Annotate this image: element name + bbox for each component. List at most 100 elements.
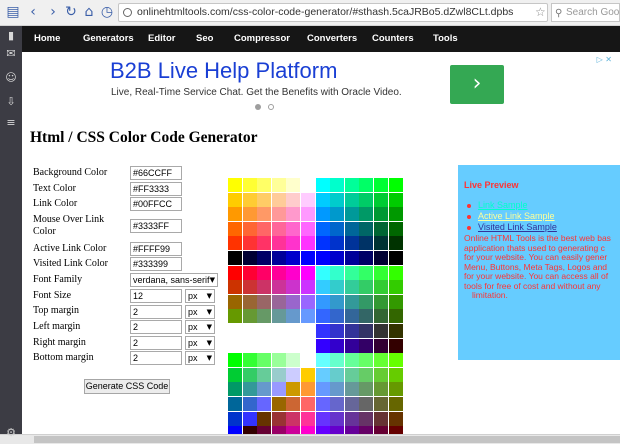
color-swatch[interactable] [242,178,257,192]
color-swatch[interactable] [388,192,403,207]
color-swatch[interactable] [271,251,286,265]
color-swatch[interactable] [315,251,330,265]
color-swatch[interactable] [286,397,301,411]
downloads-icon[interactable]: ⇩ [4,95,18,109]
color-swatch[interactable] [359,192,374,207]
color-swatch[interactable] [388,294,403,309]
color-swatch[interactable] [344,397,359,411]
font-size-input[interactable]: 12 [130,289,182,303]
color-swatch[interactable] [374,382,388,397]
color-swatch[interactable] [388,397,403,411]
color-swatch[interactable] [344,411,359,426]
color-swatch[interactable] [257,397,272,411]
nav-converters[interactable]: Converters [307,26,357,52]
color-swatch[interactable] [315,338,330,353]
color-swatch[interactable] [359,294,374,309]
color-swatch[interactable] [271,236,286,251]
color-swatch[interactable] [388,309,403,324]
color-swatch[interactable] [359,367,374,382]
color-swatch[interactable] [257,367,272,382]
nav-compressor[interactable]: Compressor [234,26,290,52]
color-swatch[interactable] [242,280,257,295]
color-swatch[interactable] [271,397,286,411]
color-swatch[interactable] [286,382,301,397]
color-swatch[interactable] [344,265,359,280]
bookmark-star-icon[interactable]: ☆ [535,3,546,22]
color-swatch[interactable] [271,192,286,207]
color-swatch[interactable] [388,251,403,265]
color-swatch[interactable] [271,207,286,222]
color-swatch[interactable] [242,236,257,251]
bottom-margin-unit-select[interactable]: px ▼ [185,351,215,365]
color-swatch[interactable] [374,324,388,338]
color-swatch[interactable] [242,309,257,324]
color-swatch[interactable] [388,411,403,426]
color-swatch[interactable] [359,236,374,251]
color-swatch[interactable] [257,236,272,251]
color-swatch[interactable] [344,178,359,192]
color-swatch[interactable] [315,265,330,280]
color-swatch[interactable] [228,236,242,251]
color-swatch[interactable] [301,236,315,251]
color-swatch[interactable] [330,280,345,295]
color-swatch[interactable] [257,178,272,192]
color-swatch[interactable] [315,309,330,324]
bottom-margin-input[interactable]: 2 [130,351,182,365]
color-swatch[interactable] [257,192,272,207]
color-swatch[interactable] [374,397,388,411]
color-swatch[interactable] [286,294,301,309]
color-swatch[interactable] [359,265,374,280]
color-swatch[interactable] [257,309,272,324]
color-swatch[interactable] [388,353,403,368]
forward-icon[interactable]: › [44,3,62,21]
color-swatch[interactable] [359,207,374,222]
color-swatch[interactable] [388,207,403,222]
color-swatch[interactable] [359,251,374,265]
color-swatch[interactable] [344,251,359,265]
color-swatch[interactable] [315,221,330,236]
color-swatch[interactable] [359,338,374,353]
notes-icon[interactable]: ≡ [4,116,18,130]
color-swatch[interactable] [286,192,301,207]
horizontal-scrollbar[interactable] [0,434,620,444]
color-swatch[interactable] [315,411,330,426]
color-swatch[interactable] [242,251,257,265]
color-swatch[interactable] [388,221,403,236]
color-swatch[interactable] [242,192,257,207]
color-swatch[interactable] [388,367,403,382]
color-swatch[interactable] [359,178,374,192]
color-swatch[interactable] [286,207,301,222]
color-swatch[interactable] [286,221,301,236]
font-family-select[interactable]: verdana, sans-serif ▼ [130,273,218,287]
color-swatch[interactable] [374,178,388,192]
color-swatch[interactable] [330,309,345,324]
color-swatch[interactable] [330,251,345,265]
search-box[interactable]: ⚲ Search Google [551,3,620,22]
color-swatch[interactable] [257,280,272,295]
color-swatch[interactable] [344,338,359,353]
color-swatch[interactable] [301,397,315,411]
color-swatch[interactable] [228,397,242,411]
color-swatch[interactable] [271,294,286,309]
color-swatch[interactable] [315,178,330,192]
color-swatch[interactable] [330,367,345,382]
color-swatch[interactable] [286,411,301,426]
color-swatch[interactable] [228,353,242,368]
color-swatch[interactable] [286,265,301,280]
color-swatch[interactable] [315,367,330,382]
link-color-input[interactable]: #00FFCC [130,197,182,211]
color-swatch[interactable] [330,382,345,397]
color-swatch[interactable] [330,338,345,353]
color-swatch[interactable] [242,367,257,382]
color-swatch[interactable] [242,397,257,411]
color-swatch[interactable] [301,353,315,368]
ad-banner[interactable]: B2B Live Help Platform Live, Real-Time S… [22,52,620,116]
color-swatch[interactable] [301,178,315,192]
color-swatch[interactable] [330,397,345,411]
background-color-input[interactable]: #66CCFF [130,166,182,180]
color-swatch[interactable] [374,265,388,280]
color-swatch[interactable] [271,221,286,236]
color-swatch[interactable] [374,207,388,222]
color-swatch[interactable] [242,353,257,368]
color-swatch[interactable] [344,236,359,251]
